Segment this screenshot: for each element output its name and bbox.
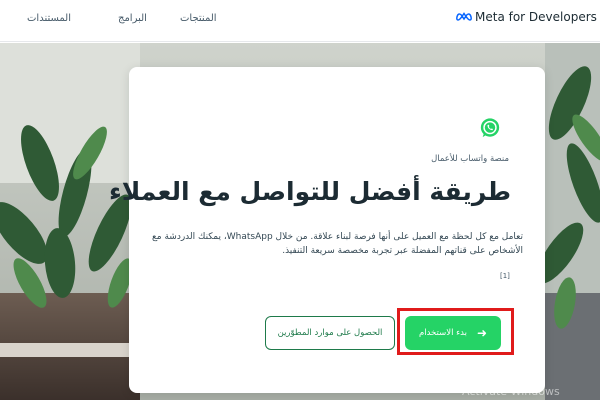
nav-programs[interactable]: البرامج <box>118 13 147 24</box>
whatsapp-icon <box>480 118 500 138</box>
brand-link[interactable]: Meta for Developers <box>456 10 597 24</box>
developer-resources-button[interactable]: الحصول على موارد المطوّرين <box>265 316 395 350</box>
top-navigation-bar: Meta for Developers المستندات البرامج ال… <box>0 0 600 42</box>
activate-windows-watermark: Activate Windows <box>462 385 560 398</box>
card-headline: طريقة أفضل للتواصل مع العملاء <box>108 177 511 206</box>
developer-resources-label: الحصول على موارد المطوّرين <box>277 328 383 338</box>
brand-name: Meta for Developers <box>475 10 597 24</box>
highlight-annotation <box>397 308 514 355</box>
footnote-reference[interactable]: [1] <box>500 272 510 280</box>
card-eyebrow: منصة واتساب للأعمال <box>431 154 509 164</box>
nav-products[interactable]: المنتجات <box>180 13 217 24</box>
nav-docs[interactable]: المستندات <box>27 13 71 24</box>
meta-logo-icon <box>456 12 472 21</box>
card-description: تعامل مع كل لحظة مع العميل على أنها فرصة… <box>151 232 523 256</box>
